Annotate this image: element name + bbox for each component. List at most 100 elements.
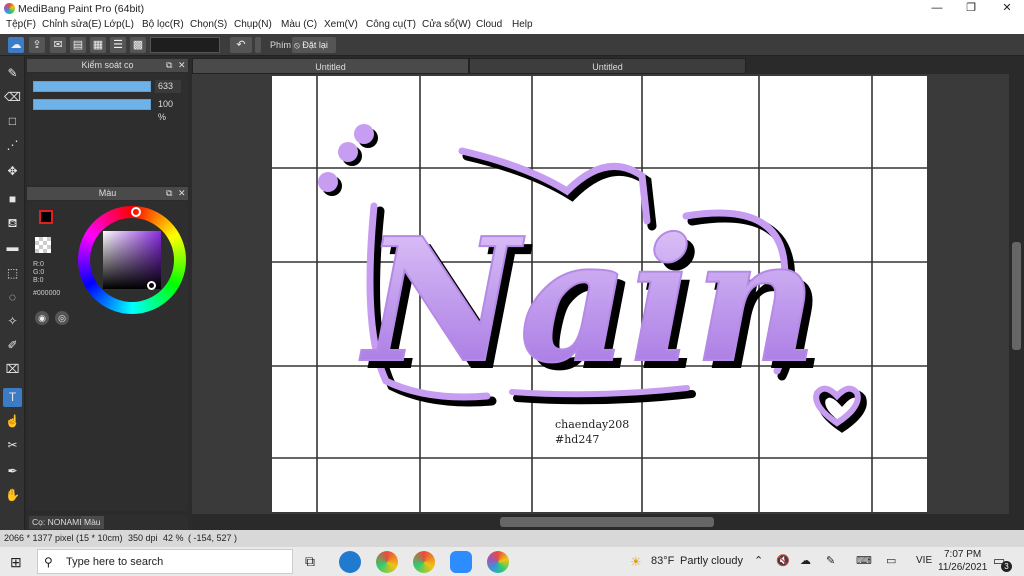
chevron-up-icon[interactable]: ⌃ [754, 554, 763, 567]
brush-opacity-slider[interactable] [33, 99, 151, 110]
divide-tool-icon[interactable]: ✂ [3, 436, 22, 455]
weather-icon: ☀ [630, 554, 642, 569]
rgb-readout: R:0 G:0 B:0 [33, 261, 44, 285]
lasso-icon[interactable]: ◌ [3, 288, 22, 307]
artwork-word: Nain [359, 201, 818, 401]
text-tool-icon[interactable]: T [3, 388, 22, 407]
menu-file[interactable]: Tệp(F) [6, 19, 36, 30]
bucket-icon[interactable]: ⛾ [3, 214, 22, 233]
vertical-scroll-thumb[interactable] [1012, 242, 1021, 350]
edge-icon[interactable] [339, 551, 361, 573]
palette-add-icon[interactable]: ◎ [55, 311, 69, 325]
windows-start-icon[interactable]: ⊞ [10, 554, 22, 571]
dot-tool-icon[interactable]: ⋰ [3, 136, 22, 155]
gradient-icon[interactable]: ▬ [3, 238, 22, 257]
chrome-icon-2[interactable] [413, 551, 435, 573]
close-button[interactable]: ✕ [990, 0, 1024, 17]
minimize-button[interactable]: — [920, 0, 954, 17]
color-picker-handle[interactable] [147, 281, 156, 290]
page-icon[interactable]: ▦ [90, 37, 106, 53]
toolbar-field[interactable] [150, 37, 220, 53]
key-label: Phím [270, 40, 292, 50]
menu-cloud[interactable]: Cloud [476, 19, 502, 30]
palette-icon[interactable]: ◉ [35, 311, 49, 325]
reset-button[interactable]: ⦸ Đặt lại [292, 37, 336, 53]
menu-select[interactable]: Chọn(S) [190, 19, 227, 30]
share-icon[interactable]: ⇪ [29, 37, 45, 53]
undo-icon[interactable]: ↶ [230, 37, 252, 53]
brush-panel-title: Kiểm soát cọ [81, 60, 134, 70]
magic-wand-icon[interactable]: ✧ [3, 312, 22, 331]
zoom-icon[interactable] [450, 551, 472, 573]
color-panel: R:0 G:0 B:0 #000000 ◉ ◎ [27, 201, 188, 511]
status-bar: 2066 * 1377 pixel (15 * 10cm) 350 dpi 42… [0, 530, 1024, 547]
task-view-icon[interactable]: ⧉ [305, 553, 315, 570]
operation-tool-icon[interactable]: ☝ [3, 412, 22, 431]
undo-dropdown[interactable] [255, 37, 261, 53]
status-dpi: 350 dpi [128, 533, 158, 543]
menu-edit[interactable]: Chỉnh sửa(E) [42, 19, 102, 30]
brush-opacity-value[interactable]: 100 % [155, 98, 181, 122]
canvas-paper[interactable]: Nain Nain chaenday208 #hd247 [272, 76, 927, 512]
fill-rect-icon[interactable]: ■ [3, 190, 22, 209]
artwork: Nain Nain chaenday208 #hd247 [272, 76, 927, 512]
clock-date[interactable]: 11/26/2021 [938, 562, 987, 573]
foreground-color-swatch[interactable] [39, 210, 53, 224]
comment-icon[interactable]: ✉ [50, 37, 66, 53]
display-icon[interactable]: ▭ [886, 554, 896, 567]
menu-capture[interactable]: Chụp(N) [234, 19, 272, 30]
brush-size-slider[interactable] [33, 81, 151, 92]
medibang-icon[interactable] [487, 551, 509, 573]
hue-handle[interactable] [131, 207, 141, 217]
select-eraser-icon[interactable]: ⌧ [3, 360, 22, 379]
popout-icon[interactable]: ⧉ [166, 187, 172, 200]
doc-tab-1[interactable]: Untitled [192, 58, 469, 74]
menu-tools[interactable]: Công cụ(T) [366, 19, 416, 30]
menu-help[interactable]: Help [512, 19, 533, 30]
panel-close-icon[interactable]: ✕ [178, 187, 186, 200]
popout-icon[interactable]: ⧉ [166, 59, 172, 72]
weather-text[interactable]: Partly cloudy [680, 555, 743, 567]
language-indicator[interactable]: VIE [916, 555, 932, 566]
chrome-icon[interactable] [376, 551, 398, 573]
transparent-swatch[interactable] [35, 237, 51, 253]
status-size: 2066 * 1377 pixel [4, 533, 74, 543]
menu-color[interactable]: Màu (C) [281, 19, 317, 30]
menu-layer[interactable]: Lớp(L) [104, 19, 134, 30]
eyedropper-icon[interactable]: ✒ [3, 462, 22, 481]
rect-select-icon[interactable]: □ [3, 112, 22, 131]
chat-icon[interactable]: ▤ [70, 37, 86, 53]
menu-view[interactable]: Xem(V) [324, 19, 358, 30]
keyboard-icon[interactable]: ⌨ [856, 554, 872, 567]
move-tool-icon[interactable]: ✥ [3, 162, 22, 181]
eraser-tool-icon[interactable]: ⌫ [3, 88, 22, 107]
grid-icon[interactable]: ▩ [130, 37, 146, 53]
doc-tab-2[interactable]: Untitled [469, 58, 746, 74]
menu-window[interactable]: Cửa sổ(W) [422, 19, 471, 30]
horizontal-scroll-thumb[interactable] [500, 517, 714, 527]
b-value: B:0 [33, 277, 44, 284]
color-panel-header: Màu ⧉ ✕ [27, 187, 188, 200]
onedrive-icon[interactable]: ☁ [800, 554, 811, 567]
horizontal-scrollbar[interactable] [192, 514, 1024, 530]
cloud-icon[interactable]: ☁ [8, 37, 24, 53]
maximize-button[interactable]: ❐ [954, 0, 988, 17]
weather-temp[interactable]: 83°F [651, 555, 674, 567]
brush-size-value[interactable]: 633 [155, 80, 181, 93]
marquee-icon[interactable]: ⬚ [3, 264, 22, 283]
menu-filter[interactable]: Bộ lọc(R) [142, 19, 184, 30]
notification-badge: 3 [1001, 561, 1012, 572]
speaker-muted-icon[interactable]: 🔇 [776, 554, 790, 567]
tab-color[interactable]: Màu [81, 516, 104, 529]
hand-tool-icon[interactable]: ✋ [3, 486, 22, 505]
taskbar-search[interactable]: ⚲ Type here to search [37, 549, 293, 574]
panel-tabs: Cọ: NONAME Màu [27, 515, 188, 530]
layout-icon[interactable]: ☰ [110, 37, 126, 53]
vertical-scrollbar[interactable] [1009, 74, 1024, 514]
select-pen-icon[interactable]: ✐ [3, 336, 22, 355]
brush-tool-icon[interactable]: ✎ [3, 64, 22, 83]
tab-brush[interactable]: Cọ: NONAME [29, 516, 88, 529]
clock-time[interactable]: 7:07 PM [944, 549, 981, 560]
panel-close-icon[interactable]: ✕ [178, 59, 186, 72]
pen-icon[interactable]: ✎ [826, 554, 835, 567]
